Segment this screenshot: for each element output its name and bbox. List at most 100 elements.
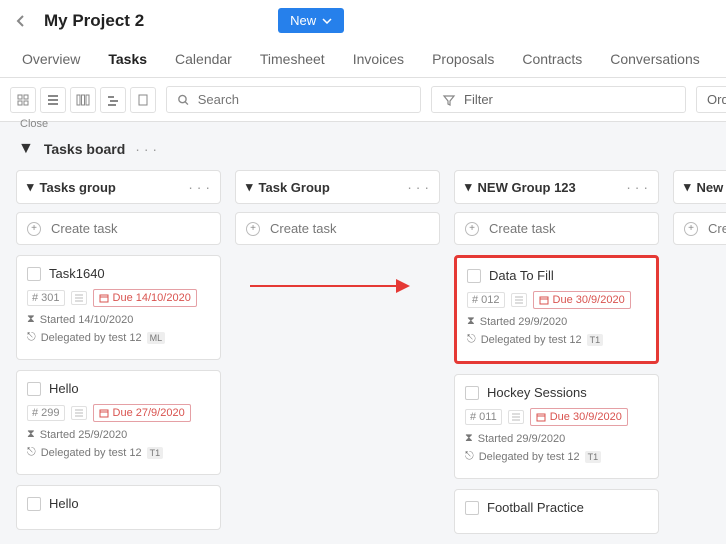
tab-proposals[interactable]: Proposals	[418, 41, 508, 77]
list-icon	[71, 406, 87, 420]
task-id: # 012	[467, 292, 505, 308]
chevron-down-icon	[322, 18, 332, 24]
task-checkbox[interactable]	[27, 267, 41, 281]
filter-icon	[442, 93, 456, 107]
tab-calendar[interactable]: Calendar	[161, 41, 246, 77]
calendar-icon	[99, 293, 109, 303]
link-icon: ⎋	[27, 446, 36, 459]
task-checkbox[interactable]	[467, 269, 481, 283]
create-task-label: Create ta	[708, 221, 726, 236]
task-card[interactable]: Hello # 299 Due 27/9/2020 ⧗Started 25/9/202…	[16, 370, 221, 475]
task-card[interactable]: Task1640# 301Due 14/10/2020⧗Started 14/1…	[16, 255, 221, 360]
order-box[interactable]: Orde	[696, 86, 726, 113]
create-task-button[interactable]: +Create task	[16, 212, 221, 245]
column-header: ▾Tasks group· · ·	[16, 170, 221, 204]
hourglass-icon: ⧗	[27, 428, 35, 441]
due-badge: Due 27/9/2020	[93, 404, 191, 422]
filter-label: Filter	[464, 92, 493, 107]
task-title: Data To Fill	[489, 268, 554, 283]
started-row: ⧗Started 29/9/2020	[465, 432, 648, 445]
column-more-button[interactable]: · · ·	[407, 179, 429, 195]
task-checkbox[interactable]	[27, 382, 41, 396]
hourglass-icon: ⧗	[27, 313, 35, 326]
link-icon: ⎋	[27, 331, 36, 344]
search-icon	[177, 93, 190, 107]
delegated-row: ⎋Delegated by test 12 T1	[465, 450, 648, 463]
chevron-down-icon[interactable]: ▾	[465, 179, 472, 195]
avatar: T1	[587, 334, 604, 346]
topbar: My Project 2 New OverviewTasksCalendarTi…	[0, 0, 726, 78]
create-task-button[interactable]: + Create ta	[673, 212, 726, 245]
view-buttons	[10, 87, 156, 113]
task-title: Task1640	[49, 266, 105, 281]
view-board-button[interactable]	[70, 87, 96, 113]
board-columns: ▾Tasks group· · ·+Create taskTask1640# 3…	[0, 170, 726, 544]
tab-conversations[interactable]: Conversations	[596, 41, 714, 77]
task-card[interactable]: Football Practice	[454, 489, 659, 534]
toolbar: Filter Orde	[0, 78, 726, 122]
task-title: Football Practice	[487, 500, 584, 515]
search-box[interactable]	[166, 86, 421, 113]
view-list-button[interactable]	[40, 87, 66, 113]
collapse-icon[interactable]: ▼	[18, 140, 34, 158]
due-badge: Due 30/9/2020	[533, 291, 631, 309]
chevron-down-icon[interactable]: ▾	[684, 179, 691, 195]
close-link[interactable]: Close	[20, 118, 48, 130]
back-button[interactable]	[12, 12, 30, 30]
delegated-row: ⎋Delegated by test 12 ML	[27, 331, 210, 344]
titlebar: My Project 2 New	[0, 0, 726, 41]
new-button[interactable]: New	[278, 8, 344, 33]
create-task-button[interactable]: +Create task	[235, 212, 440, 245]
task-card[interactable]: Hello	[16, 485, 221, 530]
create-task-label: Create task	[51, 221, 117, 236]
due-badge: Due 14/10/2020	[93, 289, 197, 307]
list-icon	[511, 293, 527, 307]
board-more-button[interactable]: · · ·	[135, 141, 157, 157]
card-icon	[16, 93, 30, 107]
search-input[interactable]	[198, 92, 410, 107]
calendar-icon	[536, 412, 546, 422]
board-title: Tasks board	[44, 141, 125, 157]
link-icon: ⎋	[465, 450, 474, 463]
column-more-button[interactable]: · · ·	[188, 179, 210, 195]
filter-box[interactable]: Filter	[431, 86, 686, 113]
view-card-button[interactable]	[10, 87, 36, 113]
board-header: ▼ Tasks board · · ·	[0, 128, 726, 170]
order-label: Orde	[707, 92, 726, 107]
task-checkbox[interactable]	[27, 497, 41, 511]
started-row: ⧗Started 29/9/2020	[467, 315, 646, 328]
task-card[interactable]: Hockey Sessions# 011Due 30/9/2020⧗Starte…	[454, 374, 659, 479]
column: ▾Tasks group· · ·+Create taskTask1640# 3…	[16, 170, 221, 544]
delegated-row: ⎋Delegated by test 12 T1	[467, 333, 646, 346]
task-id: # 299	[27, 405, 65, 421]
column-title: New task g	[697, 180, 726, 195]
link-icon: ⎋	[467, 333, 476, 346]
column: ▾ NEW Group 123 · · · +Create task Data To F…	[454, 170, 659, 544]
task-checkbox[interactable]	[465, 386, 479, 400]
timeline-icon	[106, 93, 120, 107]
tab-timesheet[interactable]: Timesheet	[246, 41, 339, 77]
task-title: Hello	[49, 381, 79, 396]
view-timeline-button[interactable]	[100, 87, 126, 113]
tab-overview[interactable]: Overview	[8, 41, 94, 77]
plus-icon: +	[684, 222, 698, 236]
column-more-button[interactable]: · · ·	[626, 179, 648, 195]
chevron-down-icon[interactable]: ▾	[246, 179, 253, 195]
view-page-button[interactable]	[130, 87, 156, 113]
tabs: OverviewTasksCalendarTimesheetInvoicesPr…	[0, 41, 726, 77]
avatar: T1	[585, 451, 602, 463]
column-title: NEW Group 123	[478, 180, 576, 195]
tab-contracts[interactable]: Contracts	[508, 41, 596, 77]
task-checkbox[interactable]	[465, 501, 479, 515]
tab-files[interactable]: Files	[714, 41, 726, 77]
calendar-icon	[539, 295, 549, 305]
list-icon	[46, 93, 60, 107]
started-row: ⧗Started 25/9/2020	[27, 428, 210, 441]
tab-invoices[interactable]: Invoices	[339, 41, 418, 77]
delegated-row: ⎋Delegated by test 12 T1	[27, 446, 210, 459]
chevron-down-icon[interactable]: ▾	[27, 179, 34, 195]
due-badge: Due 30/9/2020	[530, 408, 628, 426]
task-card[interactable]: Data To Fill # 012 Due 30/9/2020 ⧗Started 2…	[454, 255, 659, 364]
tab-tasks[interactable]: Tasks	[94, 41, 161, 77]
create-task-button[interactable]: +Create task	[454, 212, 659, 245]
